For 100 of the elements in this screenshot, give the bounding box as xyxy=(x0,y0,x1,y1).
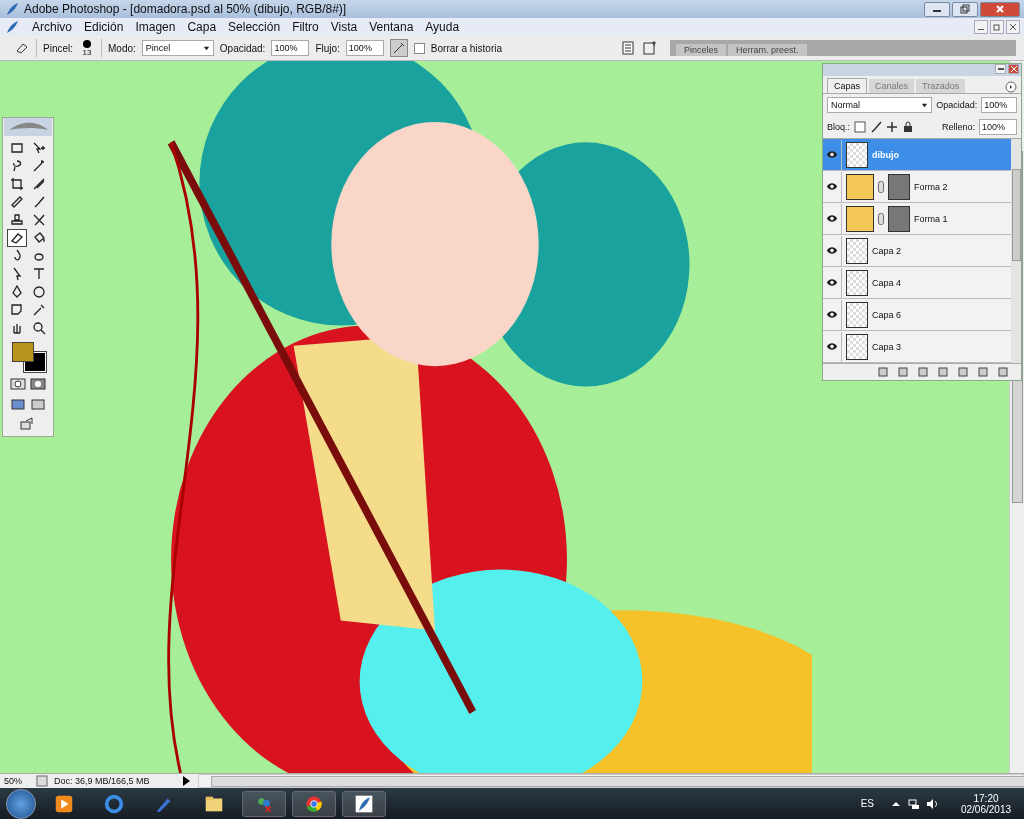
menu-item[interactable]: Vista xyxy=(330,20,358,34)
palette-menu-icon[interactable] xyxy=(620,40,636,56)
mode-dropdown[interactable]: Pincel xyxy=(141,40,214,56)
layer-action-icon[interactable] xyxy=(997,366,1009,378)
close-button[interactable] xyxy=(1008,64,1019,74)
document-icon[interactable] xyxy=(642,40,658,56)
lock-transparency-icon[interactable] xyxy=(854,121,866,133)
mask-thumbnail xyxy=(888,205,910,232)
layer-action-icon[interactable] xyxy=(937,366,949,378)
feather-icon xyxy=(4,19,20,35)
close-icon xyxy=(1009,65,1018,73)
opacity-label: Opacidad: xyxy=(936,100,978,110)
layer-row[interactable]: Forma 1 xyxy=(823,203,1011,235)
layer-action-icon[interactable] xyxy=(877,366,889,378)
eye-icon[interactable] xyxy=(826,150,838,159)
messenger-icon[interactable] xyxy=(242,790,286,817)
layer-action-icon[interactable] xyxy=(957,366,969,378)
crop-tool-icon[interactable] xyxy=(8,176,26,192)
brush-label: Pincel: xyxy=(43,42,73,54)
foreground-swatch[interactable] xyxy=(12,342,34,362)
horizontal-scrollbar[interactable] xyxy=(198,774,1024,788)
layer-name: Capa 2 xyxy=(872,245,902,256)
layer-name: Capa 6 xyxy=(872,309,902,320)
window-title: Adobe Photoshop - [domadora.psd al 50% (dibujo, RGB/8#)] xyxy=(24,2,348,16)
zoom-tool-icon[interactable] xyxy=(30,320,48,336)
standard-mode-icon[interactable] xyxy=(9,376,27,392)
layer-action-icon[interactable] xyxy=(897,366,909,378)
feather-icon[interactable] xyxy=(342,790,386,817)
caret-icon xyxy=(202,44,210,52)
layer-action-icon[interactable] xyxy=(977,366,989,378)
feather-icon xyxy=(4,1,20,17)
chrome-icon[interactable] xyxy=(292,790,336,817)
preview-icon[interactable] xyxy=(36,775,48,787)
airbrush-icon[interactable] xyxy=(389,39,408,57)
menu-item[interactable]: Imagen xyxy=(135,20,176,34)
history-checkbox[interactable] xyxy=(413,42,425,54)
layer-row[interactable]: Capa 4 xyxy=(823,267,1011,299)
menu-item[interactable]: Selección xyxy=(228,20,281,34)
brush-picker[interactable]: 13 xyxy=(79,39,95,57)
lock-label: Bloq.: xyxy=(827,122,850,132)
restore-button[interactable] xyxy=(952,1,978,17)
palette-tab[interactable]: Herram. preest. xyxy=(728,44,807,56)
layer-row[interactable]: Capa 3 xyxy=(823,331,1011,363)
screen-mode-icon[interactable] xyxy=(9,396,27,412)
menu-item[interactable]: Capa xyxy=(187,20,217,34)
lock-icon[interactable] xyxy=(902,121,914,133)
layer-name: dibujo xyxy=(872,149,899,160)
layer-thumbnail xyxy=(846,269,868,296)
eye-icon[interactable] xyxy=(826,310,838,319)
restore-icon xyxy=(960,4,970,14)
layer-name: Capa 3 xyxy=(872,341,902,352)
quick-mask-icon[interactable] xyxy=(29,376,47,392)
speaker-icon[interactable] xyxy=(926,797,938,810)
eye-icon[interactable] xyxy=(826,278,838,287)
menu-item[interactable]: Ventana xyxy=(369,20,414,34)
layer-action-icon[interactable] xyxy=(917,366,929,378)
panel-menu-icon[interactable] xyxy=(1005,81,1017,93)
layer-row[interactable]: Capa 2 xyxy=(823,235,1011,267)
move-icon[interactable] xyxy=(886,121,898,133)
checkbox-label: Borrar a historia xyxy=(430,42,502,54)
flow-field[interactable]: 100% xyxy=(345,40,384,56)
opacity-field[interactable]: 100% xyxy=(981,97,1017,113)
zoom-field[interactable]: 50% xyxy=(4,776,30,786)
menu-item[interactable]: Filtro xyxy=(292,20,319,34)
eye-icon[interactable] xyxy=(826,246,838,255)
layer-thumbnail xyxy=(846,333,868,360)
minimize-button[interactable] xyxy=(974,20,988,34)
layer-row[interactable]: Forma 2 xyxy=(823,171,1011,203)
shape-tool-icon[interactable] xyxy=(30,284,48,300)
eye-icon[interactable] xyxy=(826,214,838,223)
layer-row[interactable]: Capa 6 xyxy=(823,299,1011,331)
eraser-tool-icon[interactable] xyxy=(8,230,26,246)
minimize-button[interactable] xyxy=(995,64,1006,74)
panel-tab[interactable]: Capas xyxy=(827,78,867,93)
menu-item[interactable]: Archivo xyxy=(32,20,72,34)
stamp-tool-icon[interactable] xyxy=(8,212,26,228)
menu-item[interactable]: Ayuda xyxy=(425,20,460,34)
layer-thumbnail xyxy=(846,141,868,168)
blend-mode-dropdown[interactable]: Normal xyxy=(827,97,933,113)
opacity-field[interactable]: 100% xyxy=(271,40,310,56)
fill-field[interactable]: 100% xyxy=(979,119,1017,135)
close-icon xyxy=(1009,23,1017,31)
start-button[interactable] xyxy=(6,788,36,819)
marquee-tool-icon[interactable] xyxy=(8,140,26,156)
layer-name: Forma 1 xyxy=(914,213,948,224)
close-icon xyxy=(995,4,1005,14)
brush-icon[interactable] xyxy=(870,121,882,133)
layers-scrollbar[interactable] xyxy=(1011,139,1021,363)
minimize-button[interactable] xyxy=(924,1,950,17)
menu-item[interactable]: Edición xyxy=(84,20,124,34)
eye-icon[interactable] xyxy=(826,182,838,191)
palette-tab[interactable]: Pinceles xyxy=(676,44,727,56)
close-button[interactable] xyxy=(980,1,1020,17)
clock[interactable]: 17:20 02/06/2013 xyxy=(954,792,1018,815)
mask-thumbnail xyxy=(888,173,910,200)
close-button[interactable] xyxy=(1006,20,1020,34)
layer-thumbnail xyxy=(846,173,874,200)
language-indicator[interactable]: ES xyxy=(860,798,874,809)
network-icon[interactable] xyxy=(908,797,920,810)
eye-icon[interactable] xyxy=(826,342,838,351)
